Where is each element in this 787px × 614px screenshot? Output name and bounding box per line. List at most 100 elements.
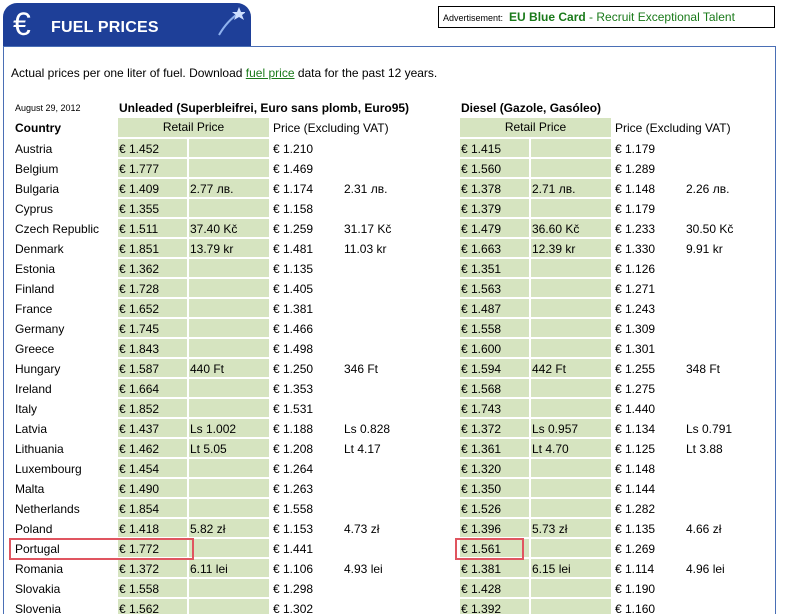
diesel-excl-vat-eur: € 1.255: [615, 362, 656, 376]
unleaded-excl-vat-header: Price (Excluding VAT): [273, 121, 389, 135]
unleaded-retail-eur: € 1.355: [119, 202, 160, 216]
unleaded-retail-local: 13.79 kr: [190, 242, 234, 256]
unleaded-retail-eur: € 1.728: [119, 282, 160, 296]
unleaded-excl-vat-eur: € 1.469: [273, 162, 314, 176]
retail-cell-bg: [531, 539, 611, 557]
diesel-excl-vat-local: Lt 3.88: [686, 442, 723, 456]
diesel-retail-local: Lt 4.70: [532, 442, 569, 456]
ad-text-link[interactable]: - Recruit Exceptional Talent: [586, 10, 735, 24]
unleaded-excl-vat-eur: € 1.210: [273, 142, 314, 156]
diesel-section-title: Diesel (Gazole, Gasóleo): [461, 101, 602, 115]
country-name: Luxembourg: [15, 462, 82, 476]
unleaded-excl-vat-eur: € 1.264: [273, 462, 314, 476]
unleaded-excl-vat-eur: € 1.498: [273, 342, 314, 356]
diesel-retail-local: 2.71 лв.: [532, 182, 576, 196]
country-name: Romania: [15, 562, 64, 576]
diesel-retail-eur: € 1.392: [461, 602, 502, 614]
fuel-prices-header: € FUEL PRICES: [3, 3, 251, 46]
unleaded-excl-vat-eur: € 1.531: [273, 402, 314, 416]
ad-brand-link[interactable]: EU Blue Card: [509, 10, 586, 24]
unleaded-retail-local: Ls 1.002: [190, 422, 237, 436]
country-name: France: [15, 302, 53, 316]
diesel-excl-vat-eur: € 1.134: [615, 422, 656, 436]
retail-cell-bg: [189, 479, 269, 497]
unleaded-excl-vat-eur: € 1.153: [273, 522, 314, 536]
country-name: Malta: [15, 482, 45, 496]
country-name: Italy: [15, 402, 38, 416]
country-name: Greece: [15, 342, 55, 356]
unleaded-excl-vat-eur: € 1.302: [273, 602, 314, 614]
unleaded-retail-local: 37.40 Kč: [190, 222, 238, 236]
country-column-header: Country: [15, 121, 61, 135]
country-name: Estonia: [15, 262, 56, 276]
country-name: Bulgaria: [15, 182, 60, 196]
retail-cell-bg: [531, 199, 611, 217]
diesel-retail-eur: € 1.560: [461, 162, 502, 176]
unleaded-excl-vat-eur: € 1.381: [273, 302, 314, 316]
unleaded-retail-local: 6.11 lei: [190, 562, 228, 576]
unleaded-retail-eur: € 1.652: [119, 302, 160, 316]
retail-cell-bg: [531, 259, 611, 277]
unleaded-excl-vat-eur: € 1.208: [273, 442, 314, 456]
diesel-excl-vat-eur: € 1.148: [615, 462, 656, 476]
diesel-excl-vat-local: 4.66 zł: [686, 522, 722, 536]
diesel-retail-eur: € 1.361: [461, 442, 502, 456]
unleaded-section-title: Unleaded (Superbleifrei, Euro sans plomb…: [119, 101, 410, 115]
unleaded-excl-vat-eur: € 1.158: [273, 202, 314, 216]
diesel-excl-vat-local: 4.96 lei: [686, 562, 725, 576]
diesel-excl-vat-eur: € 1.289: [615, 162, 656, 176]
diesel-retail-header: Retail Price: [460, 118, 611, 137]
retail-cell-bg: [189, 399, 269, 417]
diesel-excl-vat-eur: € 1.179: [615, 202, 656, 216]
diesel-retail-eur: € 1.396: [461, 522, 502, 536]
unleaded-retail-eur: € 1.664: [119, 382, 160, 396]
unleaded-excl-vat-local: 4.93 lei: [344, 562, 383, 576]
retail-cell-bg: [531, 159, 611, 177]
unleaded-retail-eur: € 1.452: [119, 142, 160, 156]
retail-cell-bg: [189, 599, 269, 614]
unleaded-retail-eur: € 1.843: [119, 342, 160, 356]
advertisement-box[interactable]: Advertisement: EU Blue Card - Recruit Exc…: [438, 6, 775, 28]
diesel-excl-vat-eur: € 1.440: [615, 402, 656, 416]
diesel-excl-vat-eur: € 1.160: [615, 602, 656, 614]
unleaded-excl-vat-eur: € 1.558: [273, 502, 314, 516]
unleaded-retail-eur: € 1.851: [119, 242, 160, 256]
unleaded-excl-vat-eur: € 1.263: [273, 482, 314, 496]
diesel-excl-vat-eur: € 1.282: [615, 502, 656, 516]
diesel-retail-eur: € 1.487: [461, 302, 502, 316]
retail-cell-bg: [189, 199, 269, 217]
country-name: Slovakia: [15, 582, 61, 596]
country-name: Hungary: [15, 362, 61, 376]
page-title: FUEL PRICES: [51, 19, 159, 36]
unleaded-excl-vat-eur: € 1.405: [273, 282, 314, 296]
unleaded-retail-eur: € 1.777: [119, 162, 160, 176]
diesel-retail-eur: € 1.594: [461, 362, 502, 376]
unleaded-excl-vat-eur: € 1.259: [273, 222, 314, 236]
unleaded-retail-local: Lt 5.05: [190, 442, 227, 456]
diesel-excl-vat-eur: € 1.330: [615, 242, 656, 256]
diesel-retail-eur: € 1.600: [461, 342, 502, 356]
diesel-retail-eur: € 1.320: [461, 462, 502, 476]
unleaded-retail-eur: € 1.562: [119, 602, 160, 614]
diesel-excl-vat-local: 348 Ft: [686, 362, 721, 376]
diesel-excl-vat-local: 30.50 Kč: [686, 222, 734, 236]
diesel-excl-vat-eur: € 1.271: [615, 282, 656, 296]
unleaded-excl-vat-local: Lt 4.17: [344, 442, 381, 456]
diesel-retail-local: 442 Ft: [532, 362, 567, 376]
diesel-retail-eur: € 1.379: [461, 202, 502, 216]
retail-cell-bg: [189, 279, 269, 297]
retail-cell-bg: [189, 139, 269, 157]
unleaded-excl-vat-local: 4.73 zł: [344, 522, 380, 536]
unleaded-excl-vat-eur: € 1.466: [273, 322, 314, 336]
retail-cell-bg: [531, 479, 611, 497]
diesel-excl-vat-local: 9.91 kr: [686, 242, 723, 256]
diesel-retail-eur: € 1.558: [461, 322, 502, 336]
unleaded-excl-vat-eur: € 1.106: [273, 562, 314, 576]
diesel-excl-vat-eur: € 1.301: [615, 342, 656, 356]
diesel-excl-vat-eur: € 1.114: [615, 562, 655, 576]
date-label: August 29, 2012: [15, 103, 81, 113]
fuel-price-download-link[interactable]: fuel price: [246, 66, 295, 80]
retail-cell-bg: [531, 299, 611, 317]
diesel-excl-vat-eur: € 1.190: [615, 582, 656, 596]
retail-cell-bg: [531, 579, 611, 597]
